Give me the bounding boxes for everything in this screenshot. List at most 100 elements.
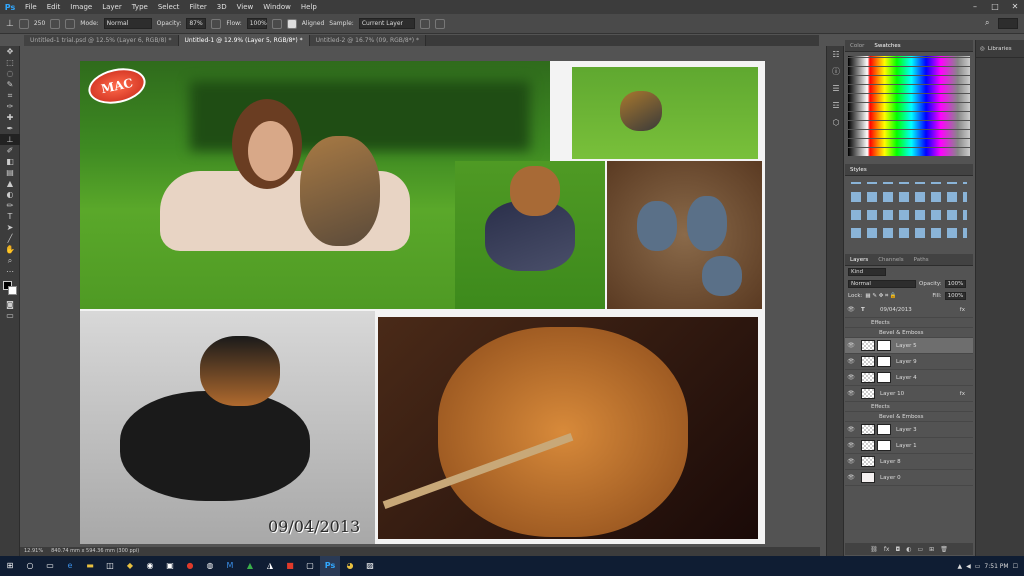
app-icon-8[interactable]: ■: [280, 556, 300, 576]
layer-mask-thumbnail[interactable]: [877, 424, 891, 435]
workspace-select[interactable]: [998, 18, 1018, 29]
hand-tool-icon[interactable]: ✋: [0, 244, 20, 255]
menu-view[interactable]: View: [232, 3, 259, 11]
gradient-tool-icon[interactable]: ▤: [0, 167, 20, 178]
cortana-icon[interactable]: ○: [20, 556, 40, 576]
visibility-eye-icon[interactable]: 👁: [845, 342, 857, 349]
add-mask-icon[interactable]: ◘: [895, 546, 900, 553]
ignore-adjustment-icon[interactable]: [419, 18, 430, 29]
layer-row-layer-9[interactable]: 👁 Layer 9: [845, 354, 973, 370]
clock[interactable]: 7:51 PM: [984, 563, 1008, 570]
color-swatches[interactable]: [0, 277, 19, 299]
path-select-tool-icon[interactable]: ➤: [0, 222, 20, 233]
fx-icon[interactable]: fx: [960, 391, 965, 397]
layer-row-layer-5[interactable]: 👁 Layer 5: [845, 338, 973, 354]
brush-preset-icon[interactable]: [18, 18, 29, 29]
task-view-icon[interactable]: ▭: [40, 556, 60, 576]
screen-mode-icon[interactable]: ▭: [0, 310, 20, 321]
tab-color[interactable]: Color: [845, 43, 869, 49]
minimize-button[interactable]: –: [968, 0, 982, 14]
google-drive-icon[interactable]: ▲: [240, 556, 260, 576]
menu-3d[interactable]: 3D: [212, 3, 232, 11]
marquee-tool-icon[interactable]: ⬚: [0, 57, 20, 68]
move-tool-icon[interactable]: ✥: [0, 46, 20, 57]
app-icon-7[interactable]: ◮: [260, 556, 280, 576]
airbrush-icon[interactable]: [271, 18, 282, 29]
visibility-eye-icon[interactable]: 👁: [845, 390, 857, 397]
pen-tool-icon[interactable]: ✏: [0, 200, 20, 211]
layer-mask-thumbnail[interactable]: [877, 340, 891, 351]
swatches-grid[interactable]: [845, 52, 973, 164]
app-icon-3[interactable]: ▣: [160, 556, 180, 576]
close-button[interactable]: ✕: [1008, 0, 1022, 14]
clone-source-icon[interactable]: [65, 18, 76, 29]
tab-untitled-1[interactable]: Untitled-1 @ 12.9% (Layer 5, RGB/8*) *: [178, 35, 310, 46]
layer-row-layer-4[interactable]: 👁 Layer 4: [845, 370, 973, 386]
lock-icons[interactable]: ▦ ✎ ✥ ⌗ 🔒: [865, 293, 929, 300]
layer-opacity-field[interactable]: 100%: [944, 280, 967, 288]
volume-icon[interactable]: ◀: [966, 563, 971, 570]
tab-paths[interactable]: Paths: [909, 257, 934, 263]
windows-start-icon[interactable]: ⊞: [0, 556, 20, 576]
visibility-eye-icon[interactable]: 👁: [845, 442, 857, 449]
edge-icon[interactable]: e: [60, 556, 80, 576]
fx-icon[interactable]: fx: [960, 307, 965, 313]
layer-row-layer-8[interactable]: 👁 Layer 8: [845, 454, 973, 470]
menu-help[interactable]: Help: [296, 3, 322, 11]
layer-row-layer-1[interactable]: 👁 Layer 1: [845, 438, 973, 454]
blend-mode-select[interactable]: Normal: [848, 280, 916, 288]
layer-mask-thumbnail[interactable]: [877, 356, 891, 367]
app-icon-2[interactable]: ◉: [140, 556, 160, 576]
chrome-icon[interactable]: ◕: [340, 556, 360, 576]
visibility-eye-icon[interactable]: 👁: [845, 474, 857, 481]
healing-tool-icon[interactable]: ✚: [0, 112, 20, 123]
layer-mask-thumbnail[interactable]: [877, 440, 891, 451]
shape-tool-icon[interactable]: ╱: [0, 233, 20, 244]
libraries-tab[interactable]: ◎ Libraries: [976, 40, 1024, 58]
menu-layer[interactable]: Layer: [97, 3, 127, 11]
notifications-icon[interactable]: ☐: [1013, 563, 1018, 570]
photoshop-taskbar-icon[interactable]: Ps: [320, 556, 340, 576]
app-icon-6[interactable]: M: [220, 556, 240, 576]
layer-row-text[interactable]: 👁 T 09/04/2013 fx: [845, 302, 973, 318]
styles-grid[interactable]: [845, 176, 973, 254]
blur-tool-icon[interactable]: ▲: [0, 178, 20, 189]
maximize-button[interactable]: □: [988, 0, 1002, 14]
app-icon-9[interactable]: ▢: [300, 556, 320, 576]
tab-styles[interactable]: Styles: [845, 167, 872, 173]
photos-icon[interactable]: ▨: [360, 556, 380, 576]
trash-icon[interactable]: 🗑: [940, 546, 948, 553]
tab-untitled-2[interactable]: Untitled-2 @ 16.7% (09, RGB/8*) *: [309, 35, 426, 46]
quick-mask-icon[interactable]: ◙: [0, 299, 20, 310]
fx-menu-icon[interactable]: fx: [884, 546, 890, 553]
background-color[interactable]: [8, 286, 17, 295]
menu-select[interactable]: Select: [153, 3, 185, 11]
new-layer-icon[interactable]: ⊞: [929, 546, 934, 553]
info-icon[interactable]: ⓘ: [827, 63, 845, 80]
menu-file[interactable]: File: [20, 3, 42, 11]
pressure-opacity-icon[interactable]: [211, 18, 222, 29]
eyedropper-tool-icon[interactable]: ✑: [0, 101, 20, 112]
clone-stamp-tool-icon[interactable]: ⊥: [0, 134, 20, 145]
tab-channels[interactable]: Channels: [873, 257, 908, 263]
sample-select[interactable]: Current Layer: [358, 18, 415, 29]
history-brush-tool-icon[interactable]: ✐: [0, 145, 20, 156]
visibility-eye-icon[interactable]: 👁: [845, 374, 857, 381]
aligned-checkbox[interactable]: [286, 18, 297, 29]
brush-tool-icon[interactable]: ✒: [0, 123, 20, 134]
tab-layers[interactable]: Layers: [845, 257, 873, 263]
store-icon[interactable]: ◫: [100, 556, 120, 576]
document-canvas[interactable]: MAC 09/04/2013: [80, 61, 765, 544]
eraser-tool-icon[interactable]: ◧: [0, 156, 20, 167]
group-icon[interactable]: ▭: [917, 546, 923, 553]
adjustment-layer-icon[interactable]: ◐: [906, 546, 911, 553]
fill-field[interactable]: 100%: [944, 292, 967, 300]
app-icon-1[interactable]: ◆: [120, 556, 140, 576]
flow-field[interactable]: 100%: [246, 18, 267, 29]
zoom-tool-icon[interactable]: ⌕: [0, 255, 20, 266]
lasso-tool-icon[interactable]: ◌: [0, 68, 20, 79]
brush-panel-icon[interactable]: [50, 18, 61, 29]
menu-edit[interactable]: Edit: [42, 3, 66, 11]
effect-row-bevel[interactable]: Bevel & Emboss: [845, 412, 973, 422]
tab-untitled-1-trial[interactable]: Untitled-1 trial.psd @ 12.5% (Layer 6, R…: [24, 35, 179, 46]
